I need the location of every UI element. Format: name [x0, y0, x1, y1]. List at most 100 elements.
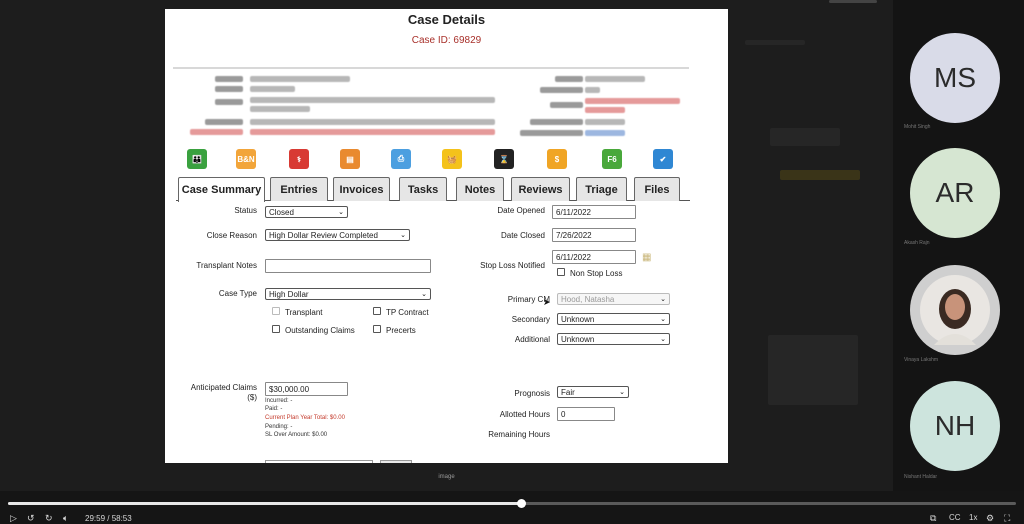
tab-files[interactable]: Files	[634, 177, 680, 201]
date-opened-label: Date Opened	[497, 206, 545, 215]
bln-icon[interactable]: B&N	[236, 149, 256, 169]
stop-loss-input[interactable]: 6/11/2022	[552, 250, 636, 264]
tab-case-summary[interactable]: Case Summary	[178, 177, 265, 202]
time-display: 29:59 / 58:53	[85, 514, 132, 523]
f6-icon[interactable]: F6	[602, 149, 622, 169]
anticipated-claims-label: Anticipated Claims	[190, 383, 257, 392]
participant-name: Vinaya Lakshm	[904, 357, 939, 363]
hourglass-icon[interactable]: ⌛	[494, 149, 514, 169]
additional-select[interactable]: Unknown ⌄	[557, 333, 670, 345]
allotted-hours-label: Allotted Hours	[499, 410, 550, 419]
calendar-icon[interactable]: ▦	[642, 252, 651, 263]
participants-panel: MS Mohit Singh AR Akash Rajn Vinaya Laks…	[893, 0, 1024, 491]
non-stop-loss-label: Non Stop Loss	[570, 269, 623, 278]
progress-knob[interactable]	[517, 499, 526, 508]
partial-input[interactable]	[265, 460, 373, 463]
case-id: Case ID: 69829	[411, 35, 482, 46]
playback-controls: ▷ ↺ ↻ 🔈︎ 29:59 / 58:53 ⧉ CC 1x ⚙ ⛶	[0, 491, 1024, 524]
chevron-down-icon: ⌄	[421, 291, 427, 298]
chevron-down-icon: ⌄	[660, 336, 666, 343]
case-type-label: Case Type	[218, 289, 257, 298]
non-stop-loss-checkbox[interactable]	[557, 268, 565, 276]
chevron-down-icon: ⌄	[660, 296, 666, 303]
close-reason-label: Close Reason	[206, 231, 257, 240]
basket-icon[interactable]: 🧺	[442, 149, 462, 169]
case-type-select[interactable]: High Dollar ⌄	[265, 288, 431, 300]
shared-screen: Case Details Case ID: 69829 👪 B&N ⚕ ▤ ⎙ …	[165, 9, 728, 463]
participant-avatar[interactable]: AR	[910, 148, 1000, 238]
page-title: Case Details	[407, 12, 486, 27]
family-icon[interactable]: 👪	[187, 149, 207, 169]
secondary-select[interactable]: Unknown ⌄	[557, 313, 670, 325]
status-select[interactable]: Closed ⌄	[265, 206, 348, 218]
chevron-down-icon: ⌄	[660, 316, 666, 323]
participant-photo[interactable]	[910, 265, 1000, 355]
additional-label: Additional	[514, 335, 550, 344]
primary-cm-select[interactable]: Hood, Natasha ⌄	[557, 293, 670, 305]
participant-avatar[interactable]: MS	[910, 33, 1000, 123]
tab-triage[interactable]: Triage	[576, 177, 627, 201]
date-opened-input[interactable]: 6/11/2022	[552, 205, 636, 219]
tab-bar: Case Summary Entries Invoices Tasks Note…	[176, 177, 690, 202]
video-player: Case Details Case ID: 69829 👪 B&N ⚕ ▤ ⎙ …	[0, 0, 1024, 524]
tab-entries[interactable]: Entries	[270, 177, 328, 201]
allotted-hours-input[interactable]: 0	[557, 407, 615, 421]
mini-player-icon[interactable]: ⧉	[930, 513, 936, 524]
chevron-down-icon: ⌄	[400, 232, 406, 239]
chevron-down-icon: ⌄	[338, 209, 344, 216]
tab-invoices[interactable]: Invoices	[333, 177, 390, 201]
person-photo-icon	[920, 275, 990, 345]
transplant-notes-input[interactable]	[265, 259, 431, 273]
participant-name: Nishant Haldar	[904, 474, 938, 480]
sl-over-text: SL Over Amount: $0.00	[265, 432, 328, 438]
tp-contract-label: TP Contract	[386, 308, 429, 317]
participant-avatar[interactable]: NH	[910, 381, 1000, 471]
screen-caption: image	[438, 474, 455, 480]
prognosis-select[interactable]: Fair ⌄	[557, 386, 629, 398]
video-frame: Case Details Case ID: 69829 👪 B&N ⚕ ▤ ⎙ …	[0, 0, 893, 491]
dollar-icon[interactable]: $	[547, 149, 567, 169]
outstanding-claims-checkbox[interactable]	[272, 325, 280, 333]
transplant-checkbox[interactable]	[272, 307, 280, 315]
close-reason-select[interactable]: High Dollar Review Completed ⌄	[265, 229, 410, 241]
precerts-label: Precerts	[386, 326, 416, 335]
background-ghost	[745, 40, 805, 45]
primary-cm-label: Primary CM	[507, 295, 550, 304]
anticipated-claims-input[interactable]: $30,000.00	[265, 382, 348, 396]
settings-icon[interactable]: ⚙	[986, 513, 994, 524]
outstanding-claims-label: Outstanding Claims	[285, 326, 355, 335]
progress-fill	[8, 502, 521, 505]
stop-loss-label: Stop Loss Notified	[480, 261, 545, 270]
precerts-checkbox[interactable]	[373, 325, 381, 333]
play-icon[interactable]: ▷	[10, 513, 17, 524]
checklist-icon[interactable]: ✔	[653, 149, 673, 169]
remaining-hours-label: Remaining Hours	[488, 430, 550, 439]
speed-button[interactable]: 1x	[969, 513, 977, 522]
date-closed-input[interactable]: 7/26/2022	[552, 228, 636, 242]
forward-icon[interactable]: ↻	[45, 513, 53, 524]
paid-text: Paid: -	[265, 406, 283, 412]
caduceus-icon[interactable]: ⚕	[289, 149, 309, 169]
tab-notes[interactable]: Notes	[456, 177, 504, 201]
print-icon[interactable]: ⎙	[391, 149, 411, 169]
partial-button[interactable]	[380, 460, 412, 463]
tab-tasks[interactable]: Tasks	[399, 177, 447, 201]
rewind-icon[interactable]: ↺	[27, 513, 35, 524]
fullscreen-icon[interactable]: ⛶	[1004, 513, 1010, 524]
mouse-cursor-icon: ➤	[543, 297, 551, 307]
anticipated-claims-unit: ($)	[247, 393, 257, 402]
secondary-label: Secondary	[511, 315, 550, 324]
document-icon[interactable]: ▤	[340, 149, 360, 169]
chevron-down-icon: ⌄	[619, 389, 625, 396]
transplant-notes-label: Transplant Notes	[196, 261, 257, 270]
transplant-checkbox-label: Transplant	[285, 308, 323, 317]
pending-text: Pending: -	[265, 424, 293, 430]
volume-icon[interactable]: 🔈︎	[63, 513, 68, 524]
top-control[interactable]	[829, 0, 877, 3]
background-ghost	[770, 128, 840, 146]
participant-name: Akash Rajn	[904, 240, 930, 246]
background-ghost	[768, 335, 858, 405]
tp-contract-checkbox[interactable]	[373, 307, 381, 315]
tab-reviews[interactable]: Reviews	[511, 177, 570, 201]
captions-icon[interactable]: CC	[949, 513, 961, 522]
